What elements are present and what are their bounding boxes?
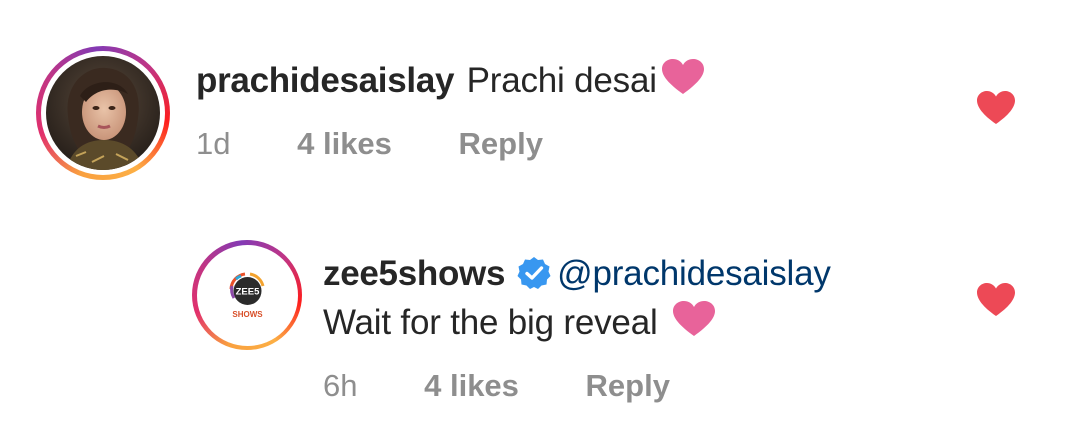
logo-sub-text: SHOWS [232, 310, 263, 319]
reply-button[interactable]: Reply [586, 368, 670, 403]
avatar[interactable] [36, 46, 170, 180]
mention-link[interactable]: @prachidesaislay [557, 254, 831, 293]
avatar-gap [41, 51, 165, 175]
comment-likes[interactable]: 4 likes [297, 126, 392, 161]
avatar[interactable]: ZEE5 SHOWS [192, 240, 302, 350]
comment-line: prachidesaislay Prachi desai [196, 58, 705, 101]
avatar-photo [46, 56, 160, 170]
comment-item: prachidesaislay Prachi desai 1d 4 likes … [0, 0, 1079, 200]
pink-heart-emoji-icon [661, 59, 704, 94]
comment-meta: 6h 4 likes Reply [323, 368, 670, 404]
reply-comment-item: ZEE5 SHOWS zee5shows @prachidesaislay Wai… [0, 200, 1079, 440]
comment-text: Prachi desai [466, 61, 657, 100]
avatar-photo: ZEE5 SHOWS [200, 248, 294, 342]
pink-heart-emoji-icon [672, 301, 715, 336]
comment-line: zee5shows @prachidesaislay [323, 254, 831, 294]
comment-text: Wait for the big reveal [323, 303, 658, 342]
logo-brand-text: ZEE5 [235, 286, 259, 297]
comment-meta: 1d 4 likes Reply [196, 126, 543, 162]
comment-username[interactable]: prachidesaislay [196, 61, 454, 100]
reply-button[interactable]: Reply [459, 126, 543, 161]
verified-badge-icon [517, 257, 551, 289]
heart-icon[interactable] [976, 282, 1016, 318]
avatar-gap: ZEE5 SHOWS [196, 244, 298, 346]
comment-time: 1d [196, 126, 231, 161]
heart-icon[interactable] [976, 90, 1016, 126]
portrait-image [46, 56, 160, 170]
comment-username[interactable]: zee5shows [323, 254, 505, 293]
comment-text-line: Wait for the big reveal [323, 300, 716, 343]
zee5-shows-logo: ZEE5 SHOWS [201, 249, 293, 341]
comment-time: 6h [323, 368, 358, 403]
comment-likes[interactable]: 4 likes [424, 368, 519, 403]
